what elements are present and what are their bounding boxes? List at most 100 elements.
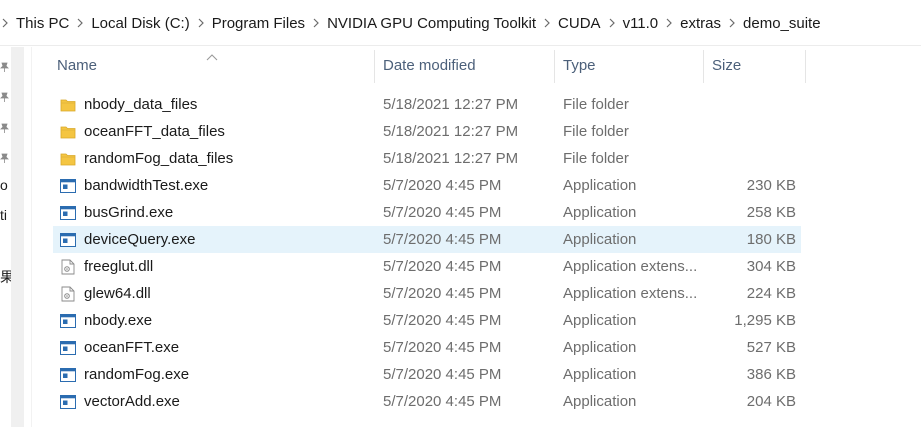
chevron-right-icon[interactable] (196, 0, 206, 46)
chevron-right-icon[interactable] (311, 0, 321, 46)
application-icon (59, 361, 77, 388)
file-type: File folder (563, 150, 629, 167)
file-size: 180 KB (746, 231, 796, 248)
file-type: Application (563, 393, 637, 410)
file-name: oceanFFT_data_files (84, 123, 225, 140)
breadcrumb-item-nvidia-toolkit[interactable]: NVIDIA GPU Computing Toolkit (321, 15, 542, 32)
chevron-right-icon[interactable] (0, 0, 10, 46)
file-size: 224 KB (746, 285, 796, 302)
file-name: randomFog.exe (84, 366, 190, 383)
file-name: bandwidthTest.exe (84, 177, 209, 194)
chevron-right-icon[interactable] (727, 0, 737, 46)
dll-file-icon (59, 280, 77, 307)
chevron-right-icon[interactable] (75, 0, 85, 46)
column-divider[interactable] (554, 50, 555, 83)
file-type: Application extens... (563, 285, 698, 302)
file-name: busGrind.exe (84, 204, 174, 221)
column-divider[interactable] (805, 50, 806, 83)
breadcrumb-item-version[interactable]: v11.0 (617, 15, 665, 32)
file-date-modified: 5/18/2021 12:27 PM (383, 150, 519, 167)
file-row[interactable]: oceanFFT.exe 5/7/2020 4:45 PM Application 5… (53, 334, 801, 361)
file-name: glew64.dll (84, 285, 151, 302)
file-date-modified: 5/18/2021 12:27 PM (383, 96, 519, 113)
pin-icon[interactable] (0, 89, 9, 102)
file-row[interactable]: freeglut.dll 5/7/2020 4:45 PM Application … (53, 253, 801, 280)
file-type: Application (563, 312, 637, 329)
file-row[interactable]: oceanFFT_data_files 5/18/2021 12:27 PM Fil… (53, 118, 801, 145)
chevron-right-icon[interactable] (607, 0, 617, 46)
breadcrumb: This PC Local Disk (C:) Program Files NV… (0, 0, 827, 46)
file-row[interactable]: randomFog.exe 5/7/2020 4:45 PM Application… (53, 361, 801, 388)
breadcrumb-item-program-files[interactable]: Program Files (206, 15, 311, 32)
application-icon (59, 172, 77, 199)
file-date-modified: 5/7/2020 4:45 PM (383, 258, 502, 275)
navigation-scrollbar[interactable] (11, 47, 24, 427)
file-row[interactable]: deviceQuery.exe 5/7/2020 4:45 PM Applicati… (53, 226, 801, 253)
file-date-modified: 5/7/2020 4:45 PM (383, 204, 502, 221)
breadcrumb-item-demo-suite[interactable]: demo_suite (737, 15, 827, 32)
pin-icon[interactable] (0, 120, 9, 133)
file-date-modified: 5/7/2020 4:45 PM (383, 366, 502, 383)
file-row[interactable]: randomFog_data_files 5/18/2021 12:27 PM Fi… (53, 145, 801, 172)
column-header-size[interactable]: Size (712, 47, 741, 83)
file-size: 230 KB (746, 177, 796, 194)
file-row[interactable]: busGrind.exe 5/7/2020 4:45 PM Application 2… (53, 199, 801, 226)
breadcrumb-item-local-disk[interactable]: Local Disk (C:) (85, 15, 195, 32)
file-type: File folder (563, 96, 629, 113)
file-name: nbody.exe (84, 312, 153, 329)
file-type: Application (563, 204, 637, 221)
application-icon (59, 199, 77, 226)
breadcrumb-item-this-pc[interactable]: This PC (10, 15, 75, 32)
file-row[interactable]: nbody.exe 5/7/2020 4:45 PM Application 1,29… (53, 307, 801, 334)
file-name: freeglut.dll (84, 258, 154, 275)
file-row[interactable]: vectorAdd.exe 5/7/2020 4:45 PM Application… (53, 388, 801, 415)
file-type: Application (563, 339, 637, 356)
file-date-modified: 5/7/2020 4:45 PM (383, 231, 502, 248)
folder-icon (59, 145, 77, 172)
file-name: oceanFFT.exe (84, 339, 180, 356)
file-name: deviceQuery.exe (84, 231, 196, 248)
file-size: 258 KB (746, 204, 796, 221)
application-icon (59, 226, 77, 253)
column-divider[interactable] (703, 50, 704, 83)
file-size (703, 118, 796, 145)
file-size (703, 145, 796, 172)
file-name: nbody_data_files (84, 96, 198, 113)
file-size: 204 KB (746, 393, 796, 410)
chevron-right-icon[interactable] (542, 0, 552, 46)
file-list: nbody_data_files 5/18/2021 12:27 PM File f… (53, 91, 801, 415)
dll-file-icon (59, 253, 77, 280)
file-type: Application (563, 366, 637, 383)
column-divider[interactable] (374, 50, 375, 83)
address-bar[interactable]: This PC Local Disk (C:) Program Files NV… (0, 0, 921, 46)
pin-icon[interactable] (0, 59, 9, 72)
file-type: Application (563, 231, 637, 248)
nav-item-label[interactable]: 果 (0, 267, 11, 287)
file-row[interactable]: glew64.dll 5/7/2020 4:45 PM Application ex… (53, 280, 801, 307)
file-date-modified: 5/7/2020 4:45 PM (383, 339, 502, 356)
file-date-modified: 5/7/2020 4:45 PM (383, 393, 502, 410)
chevron-right-icon[interactable] (664, 0, 674, 46)
nav-item-label[interactable]: ti (0, 207, 11, 223)
nav-item-label[interactable]: o (0, 177, 11, 193)
file-row[interactable]: bandwidthTest.exe 5/7/2020 4:45 PM Applica… (53, 172, 801, 199)
file-size (703, 91, 796, 118)
column-header-name[interactable]: Name (57, 47, 97, 83)
breadcrumb-item-cuda[interactable]: CUDA (552, 15, 607, 32)
file-size: 304 KB (746, 258, 796, 275)
file-type: Application (563, 177, 637, 194)
column-header-date-modified[interactable]: Date modified (383, 47, 476, 83)
file-size: 1,295 KB (734, 312, 796, 329)
column-header-type[interactable]: Type (563, 47, 596, 83)
breadcrumb-item-extras[interactable]: extras (674, 15, 727, 32)
file-size: 527 KB (746, 339, 796, 356)
file-date-modified: 5/7/2020 4:45 PM (383, 312, 502, 329)
file-name: randomFog_data_files (84, 150, 234, 167)
pane-divider[interactable] (31, 47, 32, 427)
file-date-modified: 5/7/2020 4:45 PM (383, 285, 502, 302)
folder-icon (59, 118, 77, 145)
file-row[interactable]: nbody_data_files 5/18/2021 12:27 PM File f… (53, 91, 801, 118)
pin-icon[interactable] (0, 150, 9, 163)
file-type: Application extens... (563, 258, 698, 275)
file-name: vectorAdd.exe (84, 393, 180, 410)
